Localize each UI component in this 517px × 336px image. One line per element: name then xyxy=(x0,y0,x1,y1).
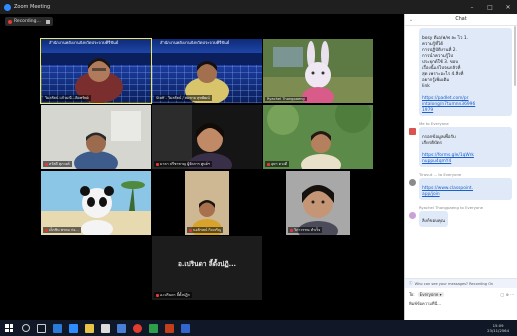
edge-icon[interactable] xyxy=(52,323,62,333)
chat-messages[interactable]: bosy ดีเอ/ฟ/ฟ ละ ไว 1. ความรู้ที่ได้ การ… xyxy=(405,26,517,278)
chat-message: Tiravut ... to Everyone xyxy=(405,169,517,178)
mic-muted-icon xyxy=(156,293,159,297)
avatar xyxy=(409,179,416,186)
task-view-icon[interactable] xyxy=(36,323,46,333)
participant-name: นงลักษณ์ กิจเจริญ xyxy=(187,227,224,233)
message-bubble: กรอกข้อมูลเพื่อรับ เกียรติบัตร https://f… xyxy=(419,127,512,167)
mic-muted-icon xyxy=(189,228,192,232)
participant-tile[interactable]: สวัสดี ศุภวงศ์ xyxy=(41,105,151,169)
system-clock[interactable]: 15:09 23/11/2564 xyxy=(487,323,509,333)
message-sender: Ryachel Thongpaeng to Everyone xyxy=(419,205,483,210)
windows-taskbar: 15:09 23/11/2564 xyxy=(0,320,517,336)
to-label: To: xyxy=(409,291,415,297)
participant-tile[interactable]: วิภาวรรณ สำเร็จ xyxy=(286,171,350,235)
message-text: bosy ดีเอ/ฟ/ฟ ละ ไว 1. ความรู้ที่ได้ การ… xyxy=(422,36,469,89)
participant-video xyxy=(41,105,151,169)
chat-tools-icons[interactable]: ▢ ⊕ ··· xyxy=(501,292,515,297)
participant-display-name: อ.เปรินดา ลี้ตั้งปฏิ... xyxy=(177,260,237,269)
bunny-avatar-video xyxy=(263,39,373,103)
zoom-logo-icon xyxy=(4,3,11,11)
panda-avatar-video xyxy=(41,171,151,235)
participant-name: วิมลรัตน์ แก้วมณี...คิดทรัพย์ xyxy=(43,95,91,101)
windows-start-icon[interactable] xyxy=(5,324,13,332)
chevron-down-icon[interactable]: ⌄ xyxy=(409,17,413,23)
participant-video xyxy=(286,171,350,235)
title-bar: Zoom Meeting – □ ✕ xyxy=(0,0,517,14)
message-text: กรอกข้อมูลเพื่อรับ เกียรติบัตร xyxy=(422,135,456,146)
recording-label: Recording... xyxy=(14,19,41,24)
message-bubble: ลิงก์ขอบคุณ xyxy=(419,211,448,227)
message-bubble: bosy ดีเอ/ฟ/ฟ ละ ไว 1. ความรู้ที่ได้ การ… xyxy=(419,28,512,116)
participant-video xyxy=(263,105,373,169)
clock-date: 23/11/2564 xyxy=(487,328,509,333)
message-link[interactable]: https://www.classpoint. app/join xyxy=(422,186,473,197)
message-sender: Me to Everyone xyxy=(419,121,449,126)
participant-video xyxy=(185,61,229,103)
excel-icon[interactable] xyxy=(148,323,158,333)
participant-tile[interactable]: สำนักงานพลังงานจังหวัดประจวบคีรีขันธ์ วิ… xyxy=(40,38,152,104)
mic-muted-icon xyxy=(45,162,48,166)
participant-name: วิภาวรรณ สำเร็จ xyxy=(288,227,323,233)
message-sender: Tiravut ... to Everyone xyxy=(419,172,462,177)
participant-name: มาลา ปรีชาชาญ ผู้จัดการ ศูนย์ฯ xyxy=(154,161,212,167)
mic-muted-icon xyxy=(156,162,159,166)
chat-recipient-row: To: Everyone ▾ ▢ ⊕ ··· xyxy=(405,289,517,299)
participant-tile[interactable]: อุษา ดวงดี xyxy=(263,105,373,169)
participant-name: อุษา ดวงดี xyxy=(265,161,290,167)
maximize-button[interactable]: □ xyxy=(481,4,499,11)
participant-tile[interactable]: เด็กชิน พรหม ก่อ... xyxy=(41,171,151,235)
search-icon[interactable] xyxy=(21,324,30,332)
zoom-window: Zoom Meeting – □ ✕ Recording... สำนักงาน… xyxy=(0,0,517,336)
message-link[interactable]: https://forms.gle/1qWrk nuppu4qmY4 xyxy=(422,153,474,164)
chat-title: Chat xyxy=(455,17,467,22)
participant-video xyxy=(185,171,229,235)
powerpoint-icon[interactable] xyxy=(164,323,174,333)
chat-message: https://www.classpoint. app/join xyxy=(405,178,517,200)
avatar xyxy=(409,128,416,135)
chat-message: Ryachel Thongpaeng to Everyone xyxy=(405,202,517,211)
participant-tile[interactable]: สำนักงานพลังงานจังหวัดประจวบคีรีขันธ์ St… xyxy=(152,39,262,103)
participant-tile[interactable]: Ryachel Thongpaeng xyxy=(263,39,373,103)
mail-icon[interactable] xyxy=(100,323,110,333)
chat-input[interactable]: พิมพ์ข้อความที่นี่... xyxy=(409,300,513,310)
participant-name: เด็กชิน พรหม ก่อ... xyxy=(43,227,81,233)
video-gallery: Recording... สำนักงานพลังงานจังหวัดประจว… xyxy=(0,14,404,320)
participant-tile[interactable]: นงลักษณ์ กิจเจริญ xyxy=(185,171,229,235)
file-explorer-icon[interactable] xyxy=(84,323,94,333)
chrome-icon[interactable] xyxy=(132,323,142,333)
participant-tile[interactable]: อ.เปรินดา ลี้ตั้งปฏิ... อ.เปรินดา ลี้ตั้… xyxy=(152,236,262,300)
minimize-button[interactable]: – xyxy=(463,4,481,11)
message-link[interactable]: https://padlet.com/pr intalong/n7tumnn36… xyxy=(422,96,475,113)
record-dot-icon xyxy=(8,19,12,24)
recording-indicator[interactable]: Recording... xyxy=(5,17,53,26)
chat-message: Me to Everyone xyxy=(405,118,517,127)
info-icon: ⓘ xyxy=(409,281,413,285)
chat-visibility-notice[interactable]: ⓘ Who can see your messages? Recording O… xyxy=(405,278,517,288)
participant-video xyxy=(75,58,123,103)
chat-header: ⌄ Chat xyxy=(405,14,517,26)
zoom-taskbar-icon[interactable] xyxy=(180,323,190,333)
message-text: ลิงก์ขอบคุณ xyxy=(422,219,445,224)
chat-message: ลิงก์ขอบคุณ xyxy=(405,211,517,227)
participant-name: Ryachel Thongpaeng xyxy=(265,97,307,101)
close-button[interactable]: ✕ xyxy=(499,4,517,11)
participant-name: อ.เปรินดา ลี้ตั้งปฏิก xyxy=(154,292,192,298)
avatar xyxy=(409,212,416,219)
window-title: Zoom Meeting xyxy=(14,4,51,10)
chat-panel: ⌄ Chat bosy ดีเอ/ฟ/ฟ ละ ไว 1. ความรู้ที่… xyxy=(404,14,517,320)
mic-muted-icon xyxy=(267,162,270,166)
app-icon[interactable] xyxy=(116,323,126,333)
recipient-dropdown[interactable]: Everyone ▾ xyxy=(417,291,444,297)
participant-tile[interactable]: มาลา ปรีชาชาญ ผู้จัดการ ศูนย์ฯ xyxy=(152,105,262,169)
participant-name: สวัสดี ศุภวงศ์ xyxy=(43,161,72,167)
stop-recording-icon[interactable] xyxy=(46,19,50,24)
store-icon[interactable] xyxy=(68,323,78,333)
message-bubble: https://www.classpoint. app/join xyxy=(419,178,512,200)
chat-message: กรอกข้อมูลเพื่อรับ เกียรติบัตร https://f… xyxy=(405,127,517,167)
chat-message: bosy ดีเอ/ฟ/ฟ ละ ไว 1. ความรู้ที่ได้ การ… xyxy=(405,28,517,116)
participant-video xyxy=(152,105,232,169)
mic-muted-icon xyxy=(290,228,293,232)
mic-muted-icon xyxy=(45,228,48,232)
participant-name: Staff - วิมลรัตน์ / สมชาย สุขพัฒน์ xyxy=(154,95,212,101)
